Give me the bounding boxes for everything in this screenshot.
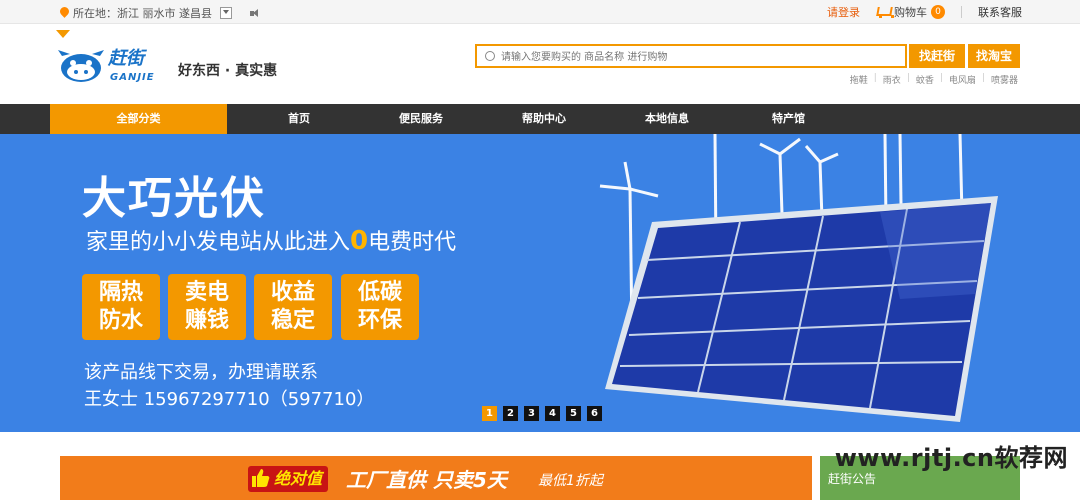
main-nav: 全部分类 首页 便民服务 帮助中心 本地信息 特产馆 xyxy=(0,104,1080,134)
logo-subtext: GANJIE xyxy=(110,72,155,83)
top-bar: 所在地：浙江 丽水市 遂昌县 请登录 购物车 0 联系客服 xyxy=(0,0,1080,24)
feature-line: 稳定 xyxy=(270,308,315,333)
subtitle-part: 电费时代 xyxy=(368,230,457,255)
site-logo[interactable]: 赶街 GANJIE xyxy=(58,44,168,92)
watermark: www.rjtj.cn软荐网 xyxy=(834,444,1068,472)
feature-line: 防水 xyxy=(98,308,143,333)
logo-text: 赶街 xyxy=(108,48,144,69)
hero-banner[interactable]: 大巧光伏 家里的小小发电站从此进入0电费时代 隔热 防水 卖电 赚钱 收益 稳定… xyxy=(0,134,1080,432)
feature-tile: 隔热 防水 xyxy=(82,274,160,340)
slide-pager: 1 2 3 4 5 6 xyxy=(482,406,602,421)
nav-item-specialty[interactable]: 特产馆 xyxy=(772,104,805,134)
banner-title: 大巧光伏 xyxy=(82,173,266,224)
cart-count-badge: 0 xyxy=(931,5,945,19)
hot-keyword[interactable]: 雨衣 xyxy=(883,73,901,86)
nav-all-categories[interactable]: 全部分类 xyxy=(50,104,227,134)
search-box xyxy=(475,44,907,68)
feature-tile: 卖电 赚钱 xyxy=(168,274,246,340)
divider: | xyxy=(906,73,910,83)
nav-item-help[interactable]: 帮助中心 xyxy=(522,104,566,134)
divider xyxy=(961,6,962,18)
location-label: 所在地：浙江 丽水市 遂昌县 xyxy=(73,7,212,20)
divider: | xyxy=(939,73,943,83)
search-icon xyxy=(485,51,495,61)
location-selector[interactable]: 所在地：浙江 丽水市 遂昌县 xyxy=(60,5,260,21)
feature-line: 环保 xyxy=(357,308,402,333)
nav-item-home[interactable]: 首页 xyxy=(288,104,310,134)
promo-discount: 最低1折起 xyxy=(538,473,603,489)
divider: | xyxy=(873,73,877,83)
subtitle-zero: 0 xyxy=(350,226,369,256)
search-ganjie-button[interactable]: 找赶街 xyxy=(909,44,965,68)
cart-label: 购物车 xyxy=(894,6,927,19)
slogan: 好东西 · 真实惠 xyxy=(178,63,278,79)
nav-item-services[interactable]: 便民服务 xyxy=(399,104,443,134)
slide-dot[interactable]: 3 xyxy=(524,406,539,421)
hot-keywords: 拖鞋 | 雨衣 | 蚊香 | 电风扇 | 喷雾器 xyxy=(850,73,1018,86)
hot-keyword[interactable]: 电风扇 xyxy=(949,73,976,86)
slide-dot[interactable]: 6 xyxy=(587,406,602,421)
banner-subtitle: 家里的小小发电站从此进入0电费时代 xyxy=(86,224,456,256)
speaker-icon[interactable] xyxy=(250,8,260,18)
contact-note: 该产品线下交易，办理请联系 xyxy=(84,362,318,383)
search-input[interactable] xyxy=(501,48,901,66)
cow-logo-icon xyxy=(58,50,104,82)
slide-dot[interactable]: 4 xyxy=(545,406,560,421)
nav-item-local-info[interactable]: 本地信息 xyxy=(645,104,689,134)
divider: | xyxy=(981,73,985,83)
feature-line: 隔热 xyxy=(98,280,143,305)
promo-text: 工厂直供 只卖5天 xyxy=(346,468,507,492)
slide-dot[interactable]: 1 xyxy=(482,406,497,421)
slide-dot[interactable]: 5 xyxy=(566,406,581,421)
solar-panel-illustration xyxy=(599,134,998,422)
contact-phone: 王女士 15967297710（597710） xyxy=(84,389,375,410)
nav-pointer xyxy=(56,30,70,38)
hot-keyword[interactable]: 蚊香 xyxy=(916,73,934,86)
feature-line: 赚钱 xyxy=(184,308,229,333)
feature-line: 卖电 xyxy=(184,280,229,305)
login-link[interactable]: 请登录 xyxy=(827,4,860,20)
promo-badge-text: 绝对值 xyxy=(274,469,323,488)
top-bar-links: 请登录 购物车 0 联系客服 xyxy=(827,4,1022,20)
location-pin-icon xyxy=(60,7,69,19)
chevron-down-icon[interactable] xyxy=(220,7,232,19)
subtitle-part: 家里的小小发电站从此进入 xyxy=(86,230,351,255)
slide-dot[interactable]: 2 xyxy=(503,406,518,421)
header: 赶街 GANJIE 好东西 · 真实惠 找赶街 找淘宝 拖鞋 | 雨衣 | 蚊香 | … xyxy=(0,24,1080,104)
feature-line: 低碳 xyxy=(357,280,402,305)
feature-line: 收益 xyxy=(270,280,315,305)
cart-icon xyxy=(876,6,894,18)
feature-tile: 收益 稳定 xyxy=(254,274,332,340)
promo-banner[interactable]: 绝对值 工厂直供 只卖5天 最低1折起 xyxy=(60,456,812,500)
thumbs-up-icon xyxy=(252,469,270,487)
search-taobao-button[interactable]: 找淘宝 xyxy=(968,44,1020,68)
hot-keyword[interactable]: 拖鞋 xyxy=(850,73,868,86)
cart-link[interactable]: 购物车 0 xyxy=(876,4,945,20)
feature-tile: 低碳 环保 xyxy=(341,274,419,340)
hot-keyword[interactable]: 喷雾器 xyxy=(991,73,1018,86)
promo-badge: 绝对值 xyxy=(248,466,329,492)
contact-service-link[interactable]: 联系客服 xyxy=(978,4,1022,20)
